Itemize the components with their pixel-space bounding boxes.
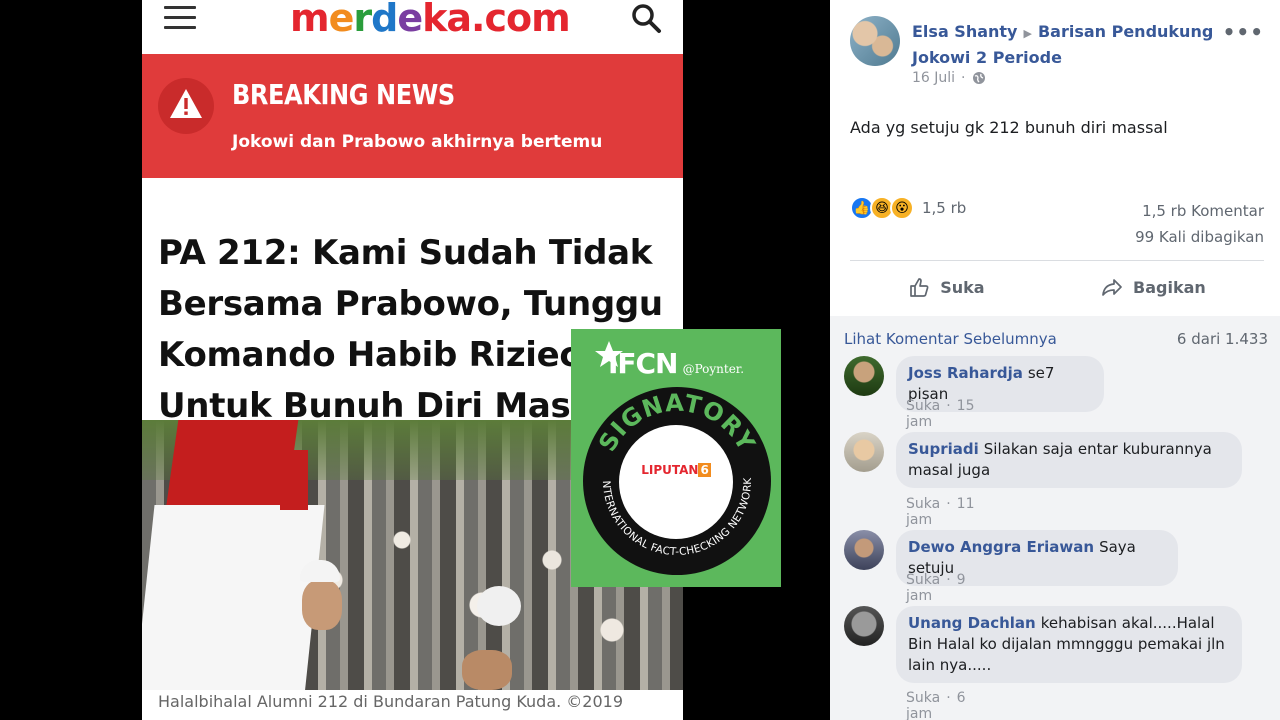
post-meta: 16 Juli · — [912, 70, 986, 86]
commenter-name[interactable]: Supriadi — [908, 440, 979, 458]
reactions-summary[interactable]: 👍 😆 😮 1,5 rb — [850, 196, 966, 220]
commenter-name[interactable]: Unang Dachlan — [908, 614, 1036, 632]
logo-letter: d — [371, 0, 398, 40]
post-stats: 1,5 rb Komentar 99 Kali dibagikan — [1135, 198, 1264, 250]
comment-like-link[interactable]: Suka — [906, 690, 940, 706]
reactions-count: 1,5 rb — [922, 199, 967, 217]
share-button[interactable]: Bagikan — [1101, 276, 1206, 298]
commenter-name[interactable]: Dewo Anggra Eriawan — [908, 538, 1094, 556]
screenshot-stage: merdeka.com BREAKING NEWS Jokowi dan Pra… — [0, 0, 1280, 720]
headline-line: Bersama Prabowo, Tunggu — [158, 284, 663, 324]
comments-shown-count: 6 dari 1.433 — [1176, 330, 1268, 348]
white-cap — [300, 560, 340, 582]
logo-letter: m — [290, 0, 330, 40]
liputan-number: 6 — [698, 463, 711, 477]
author-name[interactable]: Elsa Shanty — [912, 22, 1017, 41]
comment-meta: Suka · 9 jam — [906, 572, 966, 604]
post-text: Ada yg setuju gk 212 bunuh diri massal — [850, 118, 1168, 137]
person-face — [302, 580, 342, 630]
facebook-post: Elsa Shanty ▶ Barisan Pendukung Jokowi 2 P… — [830, 0, 1280, 720]
commenter-avatar[interactable] — [844, 606, 884, 646]
like-label: Suka — [940, 277, 985, 297]
breaking-news-banner[interactable]: BREAKING NEWS Jokowi dan Prabowo akhirny… — [142, 54, 683, 178]
commenter-avatar[interactable] — [844, 432, 884, 472]
commenter-avatar[interactable] — [844, 530, 884, 570]
share-label: Bagikan — [1133, 277, 1206, 297]
comment-bubble: Supriadi Silakan saja entar kuburannya ma… — [896, 432, 1242, 488]
comment-like-link[interactable]: Suka — [906, 398, 940, 414]
comment-bubble: Unang Dachlan kehabisan akal.....Halal Bi… — [896, 606, 1242, 683]
post-date[interactable]: 16 Juli — [912, 70, 955, 86]
separator-dot: · — [961, 70, 966, 86]
photo-caption: Halalbihalal Alumni 212 di Bundaran Patu… — [158, 692, 624, 711]
thumbs-up-icon — [910, 278, 929, 297]
logo-letter: ka.com — [422, 0, 571, 40]
site-header: merdeka.com — [142, 0, 683, 52]
flag-white — [142, 505, 325, 690]
comment-meta: Suka · 6 jam — [906, 690, 966, 720]
wow-reaction-icon: 😮 — [890, 196, 914, 220]
headline-line: PA 212: Kami Sudah Tidak — [158, 233, 653, 273]
flag-red — [165, 420, 299, 510]
logo-letter: e — [397, 0, 423, 40]
search-icon[interactable] — [629, 2, 663, 36]
logo-letter: r — [353, 0, 372, 40]
warning-icon — [158, 78, 214, 134]
person-face — [462, 650, 512, 690]
liputan-text: LIPUTAN — [641, 463, 699, 477]
commenter-avatar[interactable] — [844, 356, 884, 396]
white-cap — [477, 586, 521, 626]
ifcn-signatory-badge: IFCN @Poynter. SIGNATORY INTERNATIONAL F… — [571, 329, 781, 587]
comment-like-link[interactable]: Suka — [906, 496, 940, 512]
site-logo[interactable]: merdeka.com — [290, 0, 571, 40]
menu-icon[interactable] — [164, 6, 198, 29]
share-arrow-icon — [1102, 279, 1122, 296]
more-options-icon[interactable]: ••• — [1223, 20, 1264, 44]
flag-small — [280, 450, 308, 510]
post-author-line: Elsa Shanty ▶ Barisan Pendukung Jokowi 2 P… — [912, 20, 1232, 70]
divider — [850, 260, 1264, 261]
view-previous-comments-link[interactable]: Lihat Komentar Sebelumnya — [844, 330, 1057, 348]
breaking-news-subtitle: Jokowi dan Prabowo akhirnya bertemu — [232, 132, 603, 152]
globe-icon — [972, 72, 985, 84]
comment-meta: Suka · 15 jam — [906, 398, 975, 430]
comment-like-link[interactable]: Suka — [906, 572, 940, 588]
liputan6-logo: LIPUTAN 6 — [621, 463, 731, 477]
like-button[interactable]: Suka — [908, 276, 985, 298]
caret-right-icon: ▶ — [1023, 27, 1032, 40]
ifcn-center — [619, 425, 733, 539]
comments-count[interactable]: 1,5 rb Komentar — [1135, 198, 1264, 224]
commenter-name[interactable]: Joss Rahardja — [908, 364, 1023, 382]
comment-meta: Suka · 11 jam — [906, 496, 975, 528]
breaking-news-title: BREAKING NEWS — [232, 78, 455, 111]
shares-count[interactable]: 99 Kali dibagikan — [1135, 224, 1264, 250]
logo-letter: e — [328, 0, 355, 40]
post-actions: Suka Bagikan — [850, 270, 1264, 304]
author-avatar[interactable] — [850, 16, 900, 66]
